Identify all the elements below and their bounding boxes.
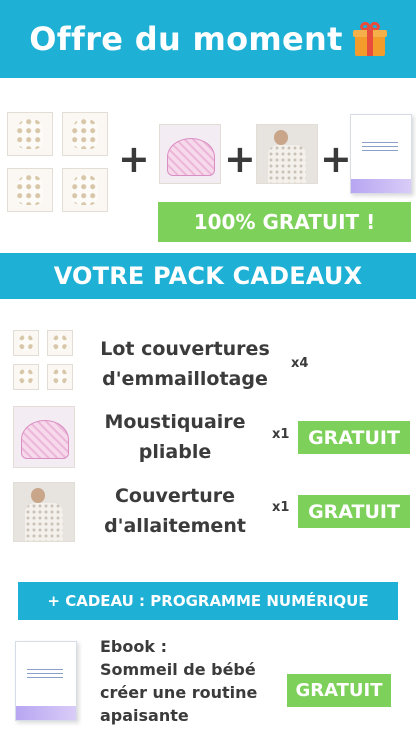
swaddle-blanket-image xyxy=(47,330,73,356)
plus-icon: + xyxy=(224,137,256,181)
plus-icon: + xyxy=(320,137,352,181)
ebook-cover-image xyxy=(15,641,77,721)
gift-icon xyxy=(352,20,387,56)
swaddle-blanket-image xyxy=(47,364,73,390)
nursing-cover-image xyxy=(13,482,75,542)
swaddle-blanket-image xyxy=(62,168,108,212)
mosquito-net-image xyxy=(13,406,75,468)
item-quantity: x1 xyxy=(272,427,290,442)
offer-title: Offre du moment xyxy=(29,20,343,58)
item-quantity: x4 xyxy=(291,356,309,371)
gratuit-badge: GRATUIT xyxy=(298,495,410,528)
swaddle-blanket-image xyxy=(13,364,39,390)
item-name: Lot couvertures d'emmaillotage xyxy=(100,338,270,390)
item-quantity: x1 xyxy=(272,500,290,515)
nursing-cover-image xyxy=(256,124,318,184)
item-name: Moustiquaire pliable xyxy=(104,411,246,463)
gratuit-badge: GRATUIT xyxy=(298,421,410,454)
pack-title: VOTRE PACK CADEAUX xyxy=(0,253,416,299)
gratuit-badge: GRATUIT xyxy=(287,674,391,707)
ebook-cover-image xyxy=(350,114,412,194)
plus-icon: + xyxy=(118,137,150,181)
swaddle-blanket-image xyxy=(7,168,53,212)
digital-gift-bar: + CADEAU : PROGRAMME NUMÉRIQUE xyxy=(18,582,398,620)
item-name: Couverture d'allaitement xyxy=(104,485,246,537)
swaddle-blanket-image xyxy=(62,112,108,156)
free-badge: 100% GRATUIT ! xyxy=(158,202,411,242)
swaddle-blanket-image xyxy=(13,330,39,356)
mosquito-net-image xyxy=(159,124,221,184)
ebook-title: Ebook : Sommeil de bébé créer une routin… xyxy=(100,637,258,725)
swaddle-blanket-image xyxy=(7,112,53,156)
offer-banner: Offre du moment xyxy=(0,0,416,78)
